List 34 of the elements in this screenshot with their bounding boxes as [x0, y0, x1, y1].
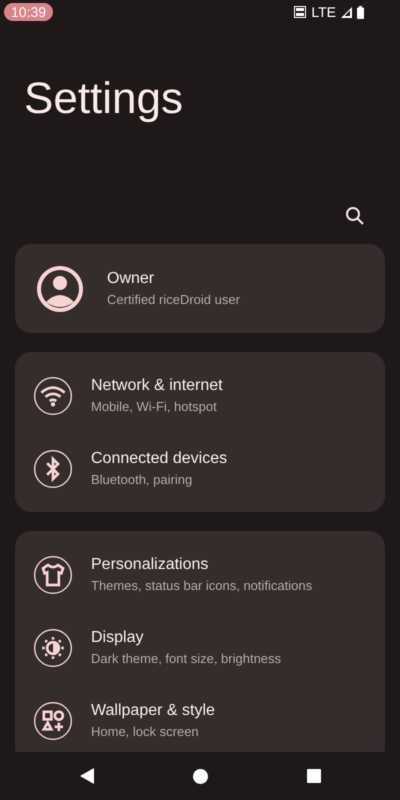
- item-subtitle: Themes, status bar icons, notifications: [91, 578, 312, 593]
- settings-item[interactable]: Wallpaper & style Home, lock screen: [15, 684, 385, 752]
- avatar-icon: [37, 266, 83, 312]
- page-title: Settings: [24, 74, 184, 124]
- signal-icon: [341, 6, 352, 18]
- item-title: Display: [91, 629, 144, 647]
- clock: 10:39: [4, 3, 54, 21]
- settings-item[interactable]: Display Dark theme, font size, brightness: [15, 611, 385, 684]
- battery-icon: [357, 6, 364, 18]
- item-title: Network & internet: [91, 377, 223, 395]
- home-icon[interactable]: [192, 768, 208, 784]
- settings-item[interactable]: Network & internet Mobile, Wi-Fi, hotspot: [15, 359, 385, 432]
- settings-item[interactable]: Connected devices Bluetooth, pairing: [15, 432, 385, 505]
- item-title: Personalizations: [91, 556, 210, 574]
- shirt-icon: [33, 554, 73, 594]
- item-subtitle: Dark theme, font size, brightness: [91, 651, 282, 666]
- brightness-icon: [33, 628, 73, 668]
- network-label: LTE: [311, 4, 336, 20]
- back-icon[interactable]: [80, 768, 94, 784]
- wifi-icon: [33, 376, 73, 416]
- item-title: Connected devices: [91, 450, 228, 468]
- bluetooth-icon: [33, 448, 73, 488]
- shapes-icon: [33, 700, 73, 740]
- item-subtitle: Bluetooth, pairing: [91, 472, 194, 487]
- recents-icon[interactable]: [306, 769, 320, 783]
- search-icon[interactable]: [345, 206, 365, 226]
- profile-card[interactable]: Owner Certified riceDroid user: [15, 244, 385, 333]
- settings-item[interactable]: Personalizations Themes, status bar icons, notifications: [15, 538, 385, 611]
- item-title: Wallpaper & style: [91, 702, 215, 720]
- profile-name: Owner: [107, 270, 156, 288]
- item-subtitle: Mobile, Wi-Fi, hotspot: [91, 399, 218, 414]
- item-subtitle: Home, lock screen: [91, 724, 200, 739]
- profile-subtitle: Certified riceDroid user: [107, 292, 240, 307]
- volte-icon: [294, 6, 306, 18]
